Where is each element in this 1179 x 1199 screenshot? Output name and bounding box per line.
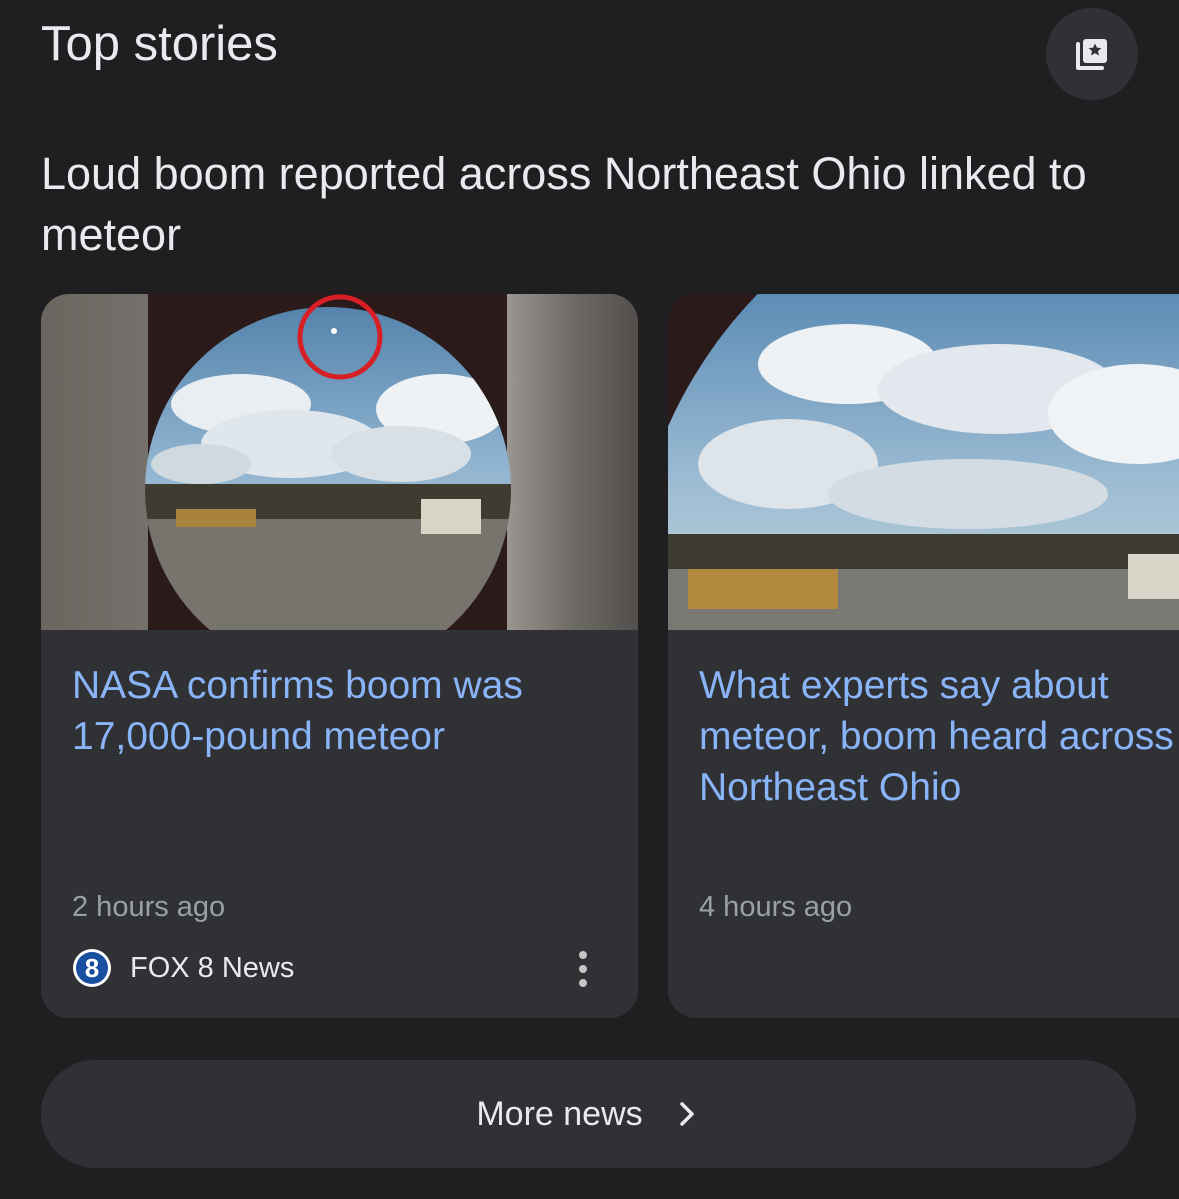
news-thumbnail-image	[668, 294, 1179, 630]
fox8-logo-icon: 8	[73, 949, 111, 987]
save-to-collection-button[interactable]	[1046, 8, 1138, 100]
more-news-button[interactable]: More news	[41, 1060, 1136, 1168]
more-news-label: More news	[476, 1095, 643, 1133]
news-source-name: FOX 8 News	[130, 952, 295, 984]
section-title: Top stories	[41, 17, 278, 71]
news-card-title[interactable]: What experts say about meteor, boom hear…	[699, 660, 1179, 813]
chevron-right-icon	[679, 1102, 694, 1126]
news-source: 8 FOX 8 News	[72, 948, 294, 988]
news-card-title[interactable]: NASA confirms boom was 17,000-pound mete…	[72, 660, 632, 762]
news-carousel[interactable]: NASA confirms boom was 17,000-pound mete…	[0, 294, 1179, 1020]
news-card[interactable]: What experts say about meteor, boom hear…	[668, 294, 1179, 1018]
more-options-button[interactable]	[563, 944, 603, 994]
news-card-timestamp: 4 hours ago	[699, 891, 853, 923]
news-thumbnail-image	[41, 294, 638, 630]
more-vert-icon	[579, 951, 587, 959]
news-card-timestamp: 2 hours ago	[72, 891, 226, 923]
save-to-collection-icon	[1076, 39, 1107, 70]
svg-text:8: 8	[85, 953, 99, 983]
story-cluster-headline[interactable]: Loud boom reported across Northeast Ohio…	[41, 143, 1141, 265]
news-card[interactable]: NASA confirms boom was 17,000-pound mete…	[41, 294, 638, 1018]
top-stories-panel: Top stories Loud boom reported across No…	[0, 0, 1179, 1199]
